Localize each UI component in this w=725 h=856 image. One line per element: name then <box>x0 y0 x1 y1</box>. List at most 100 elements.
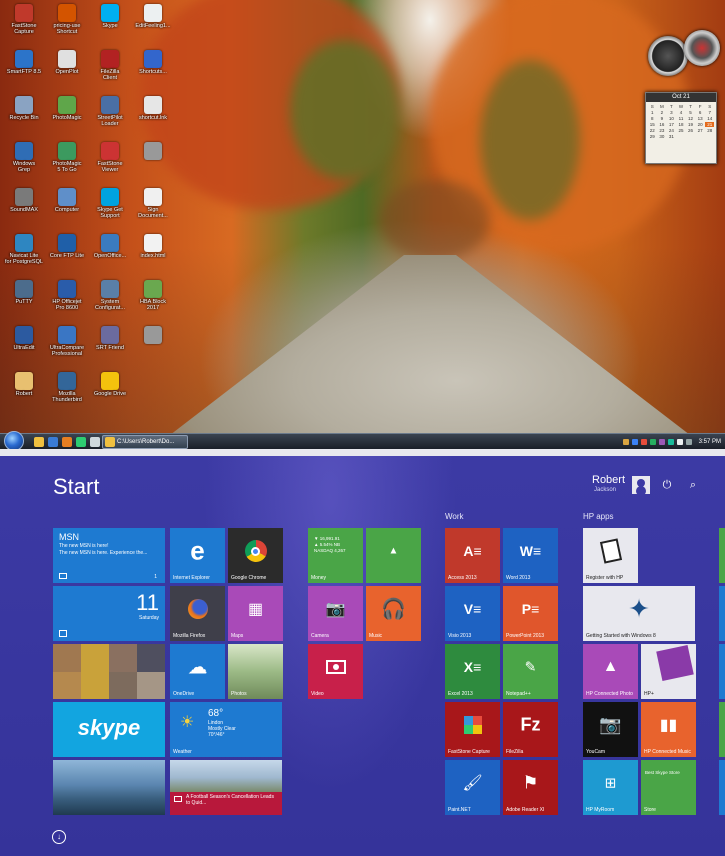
calendar-gadget-day[interactable]: 13 <box>696 116 705 121</box>
tile-internet-explorer[interactable]: e Internet Explorer <box>170 528 225 583</box>
desktop-icon[interactable]: Shortcuts... <box>131 46 175 75</box>
desktop-icon[interactable]: Mozilla Thunderbird <box>45 368 89 403</box>
desktop-icon[interactable]: shortcut.lnk <box>131 92 175 121</box>
desktop-icon[interactable]: Google Drive <box>88 368 132 397</box>
user-name[interactable]: Robert <box>592 474 625 486</box>
tile-getting-started[interactable]: ✦ Getting Started with Windows 8 <box>583 586 695 641</box>
tray-hp-icon[interactable] <box>631 439 638 445</box>
desktop-icon[interactable]: Navicat Lite for PostgreSQL <box>2 230 46 265</box>
desktop-icon[interactable]: OpenOffice... <box>88 230 132 259</box>
tray-network-icon[interactable] <box>667 439 674 445</box>
cpu-meter-gadget[interactable] <box>684 30 720 66</box>
calendar-gadget-day[interactable]: S <box>705 104 714 109</box>
tile-store[interactable]: Best Skype Store Store <box>641 760 696 815</box>
desktop-icon[interactable]: SoundMAX <box>2 184 46 213</box>
calendar-gadget-day[interactable]: F <box>696 104 705 109</box>
tile-calendar[interactable]: 11 Saturday <box>53 586 165 641</box>
desktop-icon[interactable]: PuTTY <box>2 276 46 305</box>
media-icon[interactable] <box>76 437 86 447</box>
desktop-icon[interactable]: Skype <box>88 0 132 29</box>
calendar-gadget-day[interactable]: S <box>648 104 657 109</box>
calendar-gadget-day[interactable]: 26 <box>686 128 695 133</box>
tile-camera[interactable]: 📷 Camera <box>308 586 363 641</box>
tile-maps[interactable]: ▦ Maps <box>228 586 283 641</box>
tile-offscreen[interactable] <box>719 586 725 641</box>
tray-battery-icon[interactable] <box>685 439 692 445</box>
calendar-gadget-day[interactable]: M <box>658 104 667 109</box>
tile-onedrive[interactable]: ☁ OneDrive <box>170 644 225 699</box>
ie-icon[interactable] <box>48 437 58 447</box>
calendar-gadget-day[interactable]: 29 <box>648 134 657 139</box>
tile-hp-connected-music[interactable]: ▮▮ HP Connected Music <box>641 702 696 757</box>
search-icon[interactable]: ⌕ <box>686 479 700 492</box>
tile-firefox[interactable]: Mozilla Firefox <box>170 586 225 641</box>
calendar-gadget-day[interactable]: 3 <box>667 110 676 115</box>
calendar-gadget-day[interactable]: T <box>686 104 695 109</box>
power-icon[interactable]: ⏻ <box>660 479 674 492</box>
tile-offscreen[interactable] <box>719 644 725 699</box>
tile-people[interactable] <box>53 644 165 699</box>
tray-sync-icon[interactable] <box>649 439 656 445</box>
calendar-gadget-day[interactable]: 16 <box>658 122 667 127</box>
calendar-gadget-day[interactable]: W <box>677 104 686 109</box>
tile-access[interactable]: A≡ Access 2013 <box>445 528 500 583</box>
tile-hp-myroom[interactable]: ⊞ HP MyRoom <box>583 760 638 815</box>
calendar-gadget-day[interactable]: 18 <box>677 122 686 127</box>
desktop-icon[interactable]: FastStone Viewer <box>88 138 132 173</box>
calendar-gadget-day[interactable]: 21 <box>705 122 714 127</box>
calendar-gadget-day[interactable]: 12 <box>686 116 695 121</box>
desktop-icon[interactable]: pricing-use Shortcut <box>45 0 89 35</box>
tray-volume-icon[interactable] <box>676 439 683 445</box>
tile-hp-plus[interactable]: HP+ <box>641 644 696 699</box>
tile-paintnet[interactable]: 🖌 Paint.NET <box>445 760 500 815</box>
desktop-icon[interactable]: Windows Grep <box>2 138 46 173</box>
calendar-gadget-day[interactable]: 19 <box>686 122 695 127</box>
tile-powerpoint[interactable]: P≡ PowerPoint 2013 <box>503 586 558 641</box>
calendar-gadget-day[interactable]: 15 <box>648 122 657 127</box>
desktop-icon[interactable]: HBA Block 2017 <box>131 276 175 311</box>
calendar-gadget-day[interactable]: 30 <box>658 134 667 139</box>
tile-hp-connected-photo[interactable]: ▲ HP Connected Photo <box>583 644 638 699</box>
calendar-gadget-day[interactable]: 8 <box>648 116 657 121</box>
desktop-icon[interactable]: Core FTP Lite <box>45 230 89 259</box>
desktop-icon[interactable] <box>131 138 175 161</box>
clock-gadget[interactable] <box>648 36 688 76</box>
desktop-icon[interactable]: Sign Document... <box>131 184 175 219</box>
tile-store-small[interactable]: ▲ <box>366 528 421 583</box>
desktop-icon[interactable]: FastStone Capture <box>2 0 46 35</box>
taskbar-explorer-window[interactable]: C:\Users\Robert\Do... <box>102 435 188 449</box>
calendar-gadget-day[interactable]: 11 <box>677 116 686 121</box>
calendar-gadget-day[interactable]: 6 <box>696 110 705 115</box>
desktop-icon[interactable]: SmartFTP 8.5 <box>2 46 46 75</box>
taskbar-clock[interactable]: 3:57 PM <box>699 439 721 445</box>
desktop-icon[interactable]: PhotoMagic <box>45 92 89 121</box>
tile-faststone[interactable]: FastStone Capture <box>445 702 500 757</box>
calendar-gadget-day[interactable]: 2 <box>658 110 667 115</box>
tile-photos[interactable]: Photos <box>228 644 283 699</box>
tile-notepadpp[interactable]: ✎ Notepad++ <box>503 644 558 699</box>
calendar-gadget-day[interactable]: 28 <box>705 128 714 133</box>
calendar-gadget[interactable]: Oct 21 S M T W T F S 1 2 3 4 5 6 7 8 9 10 11 12 13 14 15 16 17 1… <box>645 92 717 164</box>
tray-chevron-icon[interactable] <box>622 439 629 445</box>
calendar-gadget-day[interactable]: 14 <box>705 116 714 121</box>
user-avatar[interactable] <box>632 476 650 494</box>
calendar-gadget-day[interactable]: 31 <box>667 134 676 139</box>
tile-desktop[interactable] <box>53 760 165 815</box>
desktop-icon[interactable]: HP Officejet Pro 8600 <box>45 276 89 311</box>
calendar-gadget-day[interactable]: 20 <box>696 122 705 127</box>
tile-register-hp[interactable]: Register with HP <box>583 528 638 583</box>
start-orb-button[interactable] <box>4 431 24 449</box>
tile-visio[interactable]: V≡ Visio 2013 <box>445 586 500 641</box>
desktop-icon[interactable]: PhotoMagic 5 To Go <box>45 138 89 173</box>
calendar-gadget-day[interactable]: 4 <box>677 110 686 115</box>
tile-offscreen[interactable] <box>719 760 725 815</box>
desktop-icon[interactable]: Recycle Bin <box>2 92 46 121</box>
tray-security-icon[interactable] <box>640 439 647 445</box>
tray-app-icon[interactable] <box>658 439 665 445</box>
desktop-icon[interactable]: index.html <box>131 230 175 259</box>
calendar-gadget-day[interactable]: 1 <box>648 110 657 115</box>
firefox-icon[interactable] <box>62 437 72 447</box>
desktop-icon[interactable]: Skype Get Support <box>88 184 132 219</box>
calendar-gadget-day[interactable]: 10 <box>667 116 676 121</box>
app-icon[interactable] <box>90 437 100 447</box>
